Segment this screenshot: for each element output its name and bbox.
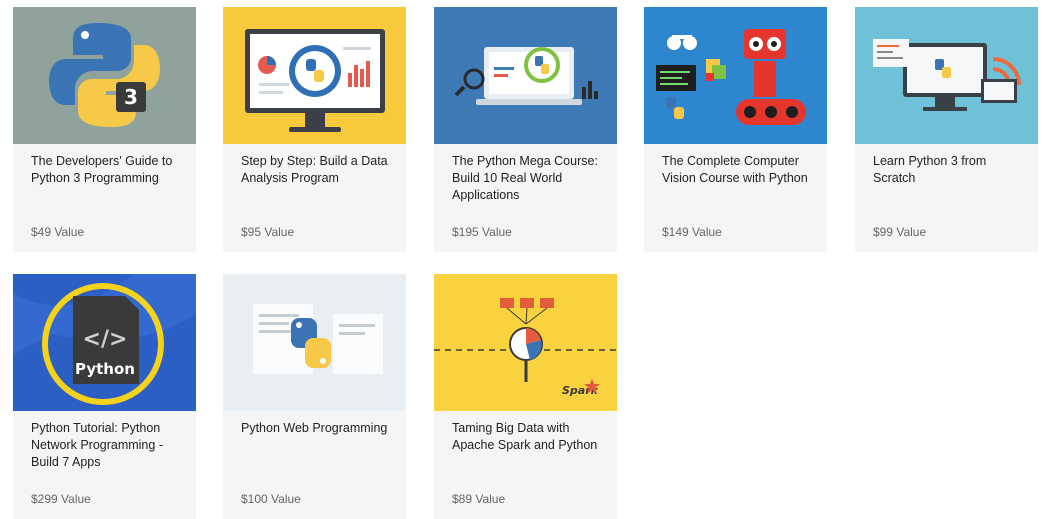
course-card[interactable]: </> Python Python Tutorial: Python Netwo… [13,274,196,519]
course-price: $89 Value [452,492,506,506]
course-price: $299 Value [31,492,91,506]
course-thumbnail[interactable]: 3 [13,7,196,144]
course-price: $95 Value [241,225,295,239]
course-thumbnail[interactable] [223,274,406,411]
course-price: $195 Value [452,225,512,239]
course-card[interactable]: The Python Mega Course: Build 10 Real Wo… [434,7,617,252]
course-price: $99 Value [873,225,927,239]
course-thumbnail[interactable] [644,7,827,144]
course-thumbnail[interactable]: Spark [434,274,617,411]
course-title[interactable]: The Complete Computer Vision Course with… [662,153,812,187]
course-title[interactable]: Step by Step: Build a Data Analysis Prog… [241,153,391,187]
course-title[interactable]: Learn Python 3 from Scratch [873,153,1023,187]
course-card[interactable]: Learn Python 3 from Scratch $99 Value [855,7,1038,252]
badge-number: 3 [124,85,138,109]
course-thumbnail[interactable] [223,7,406,144]
course-title[interactable]: Python Web Programming [241,420,391,437]
course-thumbnail[interactable]: </> Python [13,274,196,411]
course-card[interactable]: 3 The Developers' Guide to Python 3 Prog… [13,7,196,252]
course-thumbnail[interactable] [434,7,617,144]
course-thumbnail[interactable] [855,7,1038,144]
course-title[interactable]: Python Tutorial: Python Network Programm… [31,420,181,471]
course-title[interactable]: The Python Mega Course: Build 10 Real Wo… [452,153,602,204]
thumb-code-text: </> [83,327,128,352]
course-card[interactable]: Spark Taming Big Data with Apache Spark … [434,274,617,519]
course-price: $149 Value [662,225,722,239]
course-card[interactable]: Python Web Programming $100 Value [223,274,406,519]
course-title[interactable]: The Developers' Guide to Python 3 Progra… [31,153,181,187]
course-price: $100 Value [241,492,301,506]
course-price: $49 Value [31,225,85,239]
course-title[interactable]: Taming Big Data with Apache Spark and Py… [452,420,602,454]
thumb-python-label: Python [75,360,135,378]
course-card[interactable]: The Complete Computer Vision Course with… [644,7,827,252]
course-card[interactable]: Step by Step: Build a Data Analysis Prog… [223,7,406,252]
